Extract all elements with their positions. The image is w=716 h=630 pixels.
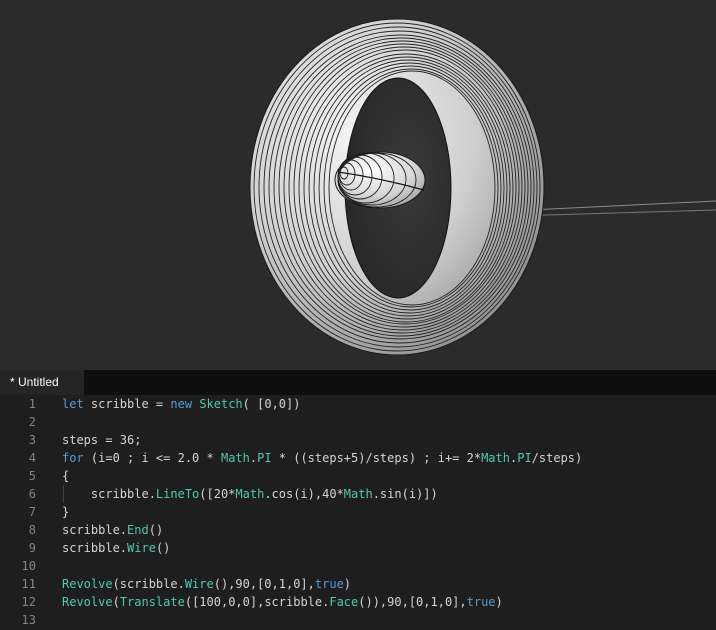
code-text: Revolve(Translate([100,0,0],scribble.Fac… — [62, 593, 503, 611]
code-token: ([100,0,0],scribble. — [184, 595, 330, 609]
line-number: 3 — [28, 433, 36, 447]
code-token: scribble. — [62, 487, 156, 501]
code-token: * ((steps+5)/steps) ; i+= 2* — [271, 451, 482, 465]
code-token: LineTo — [155, 487, 200, 501]
code-token: Revolve — [62, 577, 113, 591]
code-token: ( [0,0]) — [242, 397, 301, 411]
code-token: ()),90,[0,1,0], — [358, 595, 467, 609]
code-line[interactable]: 10 — [0, 557, 716, 575]
code-token: let — [62, 397, 84, 411]
code-token: ) — [343, 577, 352, 591]
line-number: 1 — [28, 397, 36, 411]
code-token: ([20* — [199, 487, 236, 501]
code-token: for — [62, 451, 84, 465]
line-number: 10 — [21, 559, 36, 573]
code-editor[interactable]: 1 let scribble = new Sketch( [0,0]) 2 3 step… — [0, 395, 716, 630]
code-line[interactable]: 2 — [0, 413, 716, 431]
viewport-canvas[interactable] — [0, 0, 716, 370]
ellipsoid-shape — [334, 151, 426, 209]
code-token: PI — [517, 451, 532, 465]
code-token: true — [466, 595, 496, 609]
line-number: 8 — [28, 523, 36, 537]
line-number: 13 — [21, 613, 36, 627]
code-line[interactable]: 9 scribble.Wire() — [0, 539, 716, 557]
code-line[interactable]: 4 for (i=0 ; i <= 2.0 * Math.PI * ((steps… — [0, 449, 716, 467]
line-number: 9 — [28, 541, 36, 555]
code-token: Translate — [119, 595, 185, 609]
code-text: scribble.LineTo([20*Math.cos(i),40*Math.… — [62, 485, 438, 503]
code-token: Math — [343, 487, 373, 501]
code-token: Face — [329, 595, 359, 609]
code-token: scribble. — [62, 541, 128, 555]
code-token: Math — [235, 487, 265, 501]
line-number: 4 — [28, 451, 36, 465]
3d-viewport[interactable] — [0, 0, 716, 370]
code-line[interactable]: 5{ — [0, 467, 716, 485]
code-token: /steps) — [531, 451, 583, 465]
code-text: } — [62, 503, 69, 521]
code-token: (i=0 ; i <= 2.0 * — [83, 451, 221, 465]
code-token: steps = 36; — [62, 433, 142, 447]
code-line[interactable]: 11 Revolve(scribble.Wire(),90,[0,1,0],tru… — [0, 575, 716, 593]
line-number: 7 — [28, 505, 36, 519]
code-line[interactable]: 12 Revolve(Translate([100,0,0],scribble.F… — [0, 593, 716, 611]
code-line[interactable]: 8 scribble.End() — [0, 521, 716, 539]
code-text: scribble.Wire() — [62, 539, 170, 557]
code-text: scribble.End() — [62, 521, 163, 539]
code-token: () — [148, 523, 164, 537]
code-text: { — [62, 467, 69, 485]
code-line[interactable]: 13 — [0, 611, 716, 629]
code-token: scribble = — [83, 397, 171, 411]
code-token: () — [155, 541, 171, 555]
code-token: true — [314, 577, 344, 591]
code-line[interactable]: 1 let scribble = new Sketch( [0,0]) — [0, 395, 716, 413]
code-token: } — [62, 505, 70, 519]
line-number: 12 — [21, 595, 36, 609]
code-token: End — [127, 523, 149, 537]
line-number: 5 — [28, 469, 36, 483]
code-text: Revolve(scribble.Wire(),90,[0,1,0],true) — [62, 575, 351, 593]
code-token: PI — [257, 451, 272, 465]
code-token: Wire — [127, 541, 156, 555]
code-token: ) — [495, 595, 503, 609]
code-token: Revolve — [62, 595, 113, 609]
line-number: 2 — [28, 415, 36, 429]
code-token: ( — [112, 595, 120, 609]
code-text: steps = 36; — [62, 431, 141, 449]
line-number: 11 — [21, 577, 36, 591]
code-token: .cos(i),40* — [264, 487, 344, 501]
code-token: (scribble. — [112, 577, 185, 591]
code-line[interactable]: 7} — [0, 503, 716, 521]
code-line[interactable]: 6 scribble.LineTo([20*Math.cos(i),40*Mat… — [0, 485, 716, 503]
tab-bar: * Untitled — [0, 370, 716, 395]
code-token: Sketch — [199, 397, 243, 411]
code-token: (),90,[0,1,0], — [213, 577, 315, 591]
code-token: .sin(i)]) — [372, 487, 438, 501]
code-token: Math — [220, 451, 250, 465]
code-token: scribble. — [62, 523, 128, 537]
code-text: for (i=0 ; i <= 2.0 * Math.PI * ((steps+… — [62, 449, 582, 467]
code-token: { — [62, 469, 70, 483]
code-line[interactable]: 3 steps = 36; — [0, 431, 716, 449]
code-text: let scribble = new Sketch( [0,0]) — [62, 395, 300, 413]
line-number: 6 — [28, 487, 36, 501]
code-token: new — [170, 397, 193, 411]
code-token: Math — [481, 451, 510, 465]
code-token: Wire — [184, 577, 214, 591]
tab-untitled[interactable]: * Untitled — [0, 370, 84, 395]
